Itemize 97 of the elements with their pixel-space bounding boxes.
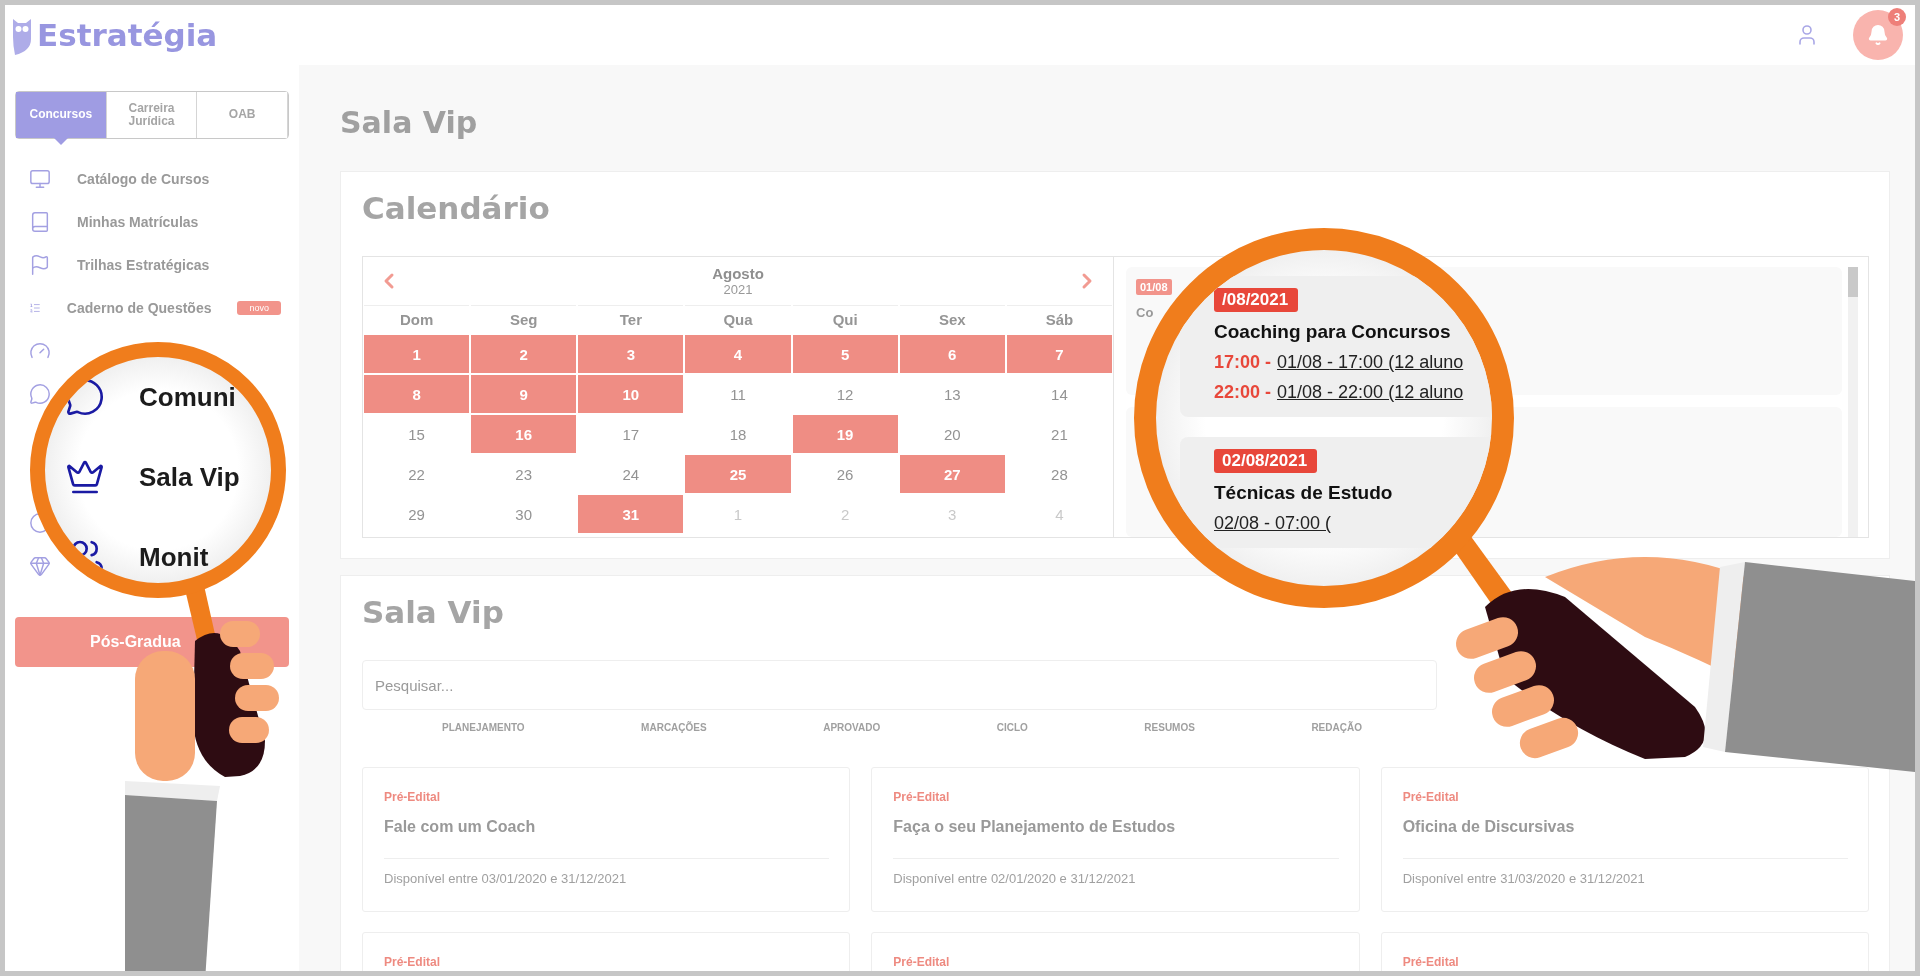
calendar-day[interactable]: 3	[578, 335, 684, 373]
calendar-day[interactable]: 14	[1006, 375, 1112, 413]
card-title: Faça o seu Planejamento de Estudos	[893, 818, 1177, 836]
book-icon	[29, 210, 51, 233]
calendar-day[interactable]: 29	[364, 495, 470, 533]
course-card[interactable]: Pré-Edital Oficina de Discursivas Disponível entre 31/03/2020 e 31/12/2021	[1380, 767, 1869, 912]
course-card[interactable]: Pré-Edital Fale com um Coach Disponível entre 03/01/2020 e 31/12/2021	[362, 767, 851, 912]
section-title: Sala Vip	[362, 594, 505, 630]
calendar-day[interactable]: 20	[899, 415, 1005, 453]
logo-text: Estratégia	[37, 17, 218, 53]
calendar-day[interactable]: 7	[1006, 335, 1112, 373]
card-tag: Pré-Edital	[1402, 790, 1848, 804]
card-tag: Pré-Edital	[384, 955, 830, 969]
filter-link[interactable]: PLANEJAMENTO	[442, 722, 525, 733]
calendar-day[interactable]: 16	[471, 415, 577, 453]
tab-pointer	[54, 138, 69, 145]
nav-item[interactable]: Caderno de Questões	[66, 299, 212, 316]
new-badge: novo	[237, 300, 281, 315]
weekday-label: Ter	[578, 305, 684, 333]
calendar-day[interactable]: 8	[364, 375, 470, 413]
calendar-title: Calendário	[362, 190, 551, 226]
nav-item[interactable]: Catálogo de Cursos	[77, 170, 210, 187]
event-date-badge: 02/08/2021	[1214, 449, 1318, 473]
weekday-label: Dom	[364, 305, 470, 333]
calendar-day[interactable]: 22	[364, 455, 470, 493]
calendar-day[interactable]: 31	[578, 495, 684, 533]
course-card[interactable]: Pré-Edital	[871, 932, 1360, 971]
nav-item[interactable]: Trilhas Estratégicas	[77, 256, 210, 273]
weekday-label: Qua	[685, 305, 791, 333]
calendar-day[interactable]: 2	[471, 335, 577, 373]
notification-button[interactable]: 3	[1853, 10, 1903, 60]
scrollbar[interactable]	[1848, 267, 1858, 537]
calendar-day[interactable]: 25	[685, 455, 791, 493]
filter-link[interactable]: APROVADO	[823, 722, 881, 733]
calendar-day[interactable]: 26	[792, 455, 898, 493]
calendar-day[interactable]: 11	[685, 375, 791, 413]
session-link[interactable]: 02/08 - 07:00 (	[1214, 513, 1332, 534]
flag-icon	[29, 253, 51, 276]
category-tab[interactable]: Concursos	[16, 92, 107, 138]
session-link[interactable]: 01/08 - 22:00 (12 aluno	[1277, 382, 1464, 403]
filter-link[interactable]: MARCAÇÕES	[641, 722, 707, 733]
card-availability: Disponível entre 31/03/2020 e 31/12/2021	[1402, 871, 1646, 886]
event-title: Co	[1136, 305, 1154, 320]
event-title: Técnicas de Estudo	[1214, 482, 1394, 504]
card-tag: Pré-Edital	[384, 790, 830, 804]
course-card[interactable]: Pré-Edital	[362, 932, 851, 971]
monitor-icon	[29, 167, 51, 190]
event-title: Coaching para Concursos	[1214, 321, 1452, 343]
calendar-day[interactable]: 4	[685, 335, 791, 373]
session-link[interactable]: 01/08 - 17:00 (12 aluno	[1277, 352, 1464, 373]
session-time: 17:00 -	[1214, 352, 1272, 373]
calendar-day[interactable]: 21	[1006, 415, 1112, 453]
diamond-icon	[29, 554, 51, 577]
card-availability: Disponível entre 03/01/2020 e 31/12/2021	[384, 871, 628, 886]
calendar-day[interactable]: 13	[899, 375, 1005, 413]
calendar-day[interactable]: 28	[1006, 455, 1112, 493]
weekday-label: Seg	[471, 305, 577, 333]
calendar-day[interactable]: 17	[578, 415, 684, 453]
month-label: Agosto	[712, 265, 764, 282]
calendar-day[interactable]: 30	[471, 495, 577, 533]
course-card[interactable]: Pré-Edital Faça o seu Planejamento de Estudos Disponível entre 02/01/2020 e 31/12/2021	[871, 767, 1360, 912]
calendar-day[interactable]: 27	[899, 455, 1005, 493]
calendar-day[interactable]: 9	[471, 375, 577, 413]
calendar-day[interactable]: 12	[792, 375, 898, 413]
notification-count: 3	[1888, 8, 1906, 26]
weekday-label: Sex	[899, 305, 1005, 333]
search-field[interactable]: Pesquisar...	[362, 660, 1437, 710]
calendar-day[interactable]: 15	[364, 415, 470, 453]
chat-icon	[29, 382, 51, 405]
bell-icon	[1867, 24, 1889, 46]
event-date-badge: /08/2021	[1214, 288, 1299, 312]
event-date-badge: 01/08	[1136, 279, 1172, 295]
card-tag: Pré-Edital	[893, 955, 1339, 969]
card-tag: Pré-Edital	[1402, 955, 1848, 969]
page-title: Sala Vip	[340, 105, 479, 141]
nav-item[interactable]: Minhas Matrículas	[77, 213, 199, 230]
year-label: 2021	[723, 282, 753, 297]
card-availability: Disponível entre 02/01/2020 e 31/12/2021	[893, 871, 1137, 886]
calendar-day[interactable]: 6	[899, 335, 1005, 373]
calendar-day[interactable]: 18	[685, 415, 791, 453]
course-card[interactable]: Pré-Edital	[1380, 932, 1869, 971]
calendar-day[interactable]: 19	[792, 415, 898, 453]
calendar-day[interactable]: 23	[471, 455, 577, 493]
calendar-day[interactable]: 24	[578, 455, 684, 493]
card-title: Oficina de Discursivas	[1402, 818, 1576, 836]
filter-link[interactable]: RESUMOS	[1144, 722, 1195, 733]
calendar-day[interactable]: 1	[364, 335, 470, 373]
session-time: 22:00 -	[1214, 382, 1272, 403]
card-title: Fale com um Coach	[384, 818, 537, 836]
chat-icon	[65, 377, 105, 417]
weekday-label: Qui	[792, 305, 898, 333]
weekday-label: Sáb	[1006, 305, 1112, 333]
filter-link[interactable]: CICLO	[996, 722, 1028, 733]
card-tag: Pré-Edital	[893, 790, 1339, 804]
calendar-day[interactable]: 10	[578, 375, 684, 413]
filter-link[interactable]: REDAÇÃO	[1311, 722, 1362, 733]
calendar-day[interactable]: 5	[792, 335, 898, 373]
